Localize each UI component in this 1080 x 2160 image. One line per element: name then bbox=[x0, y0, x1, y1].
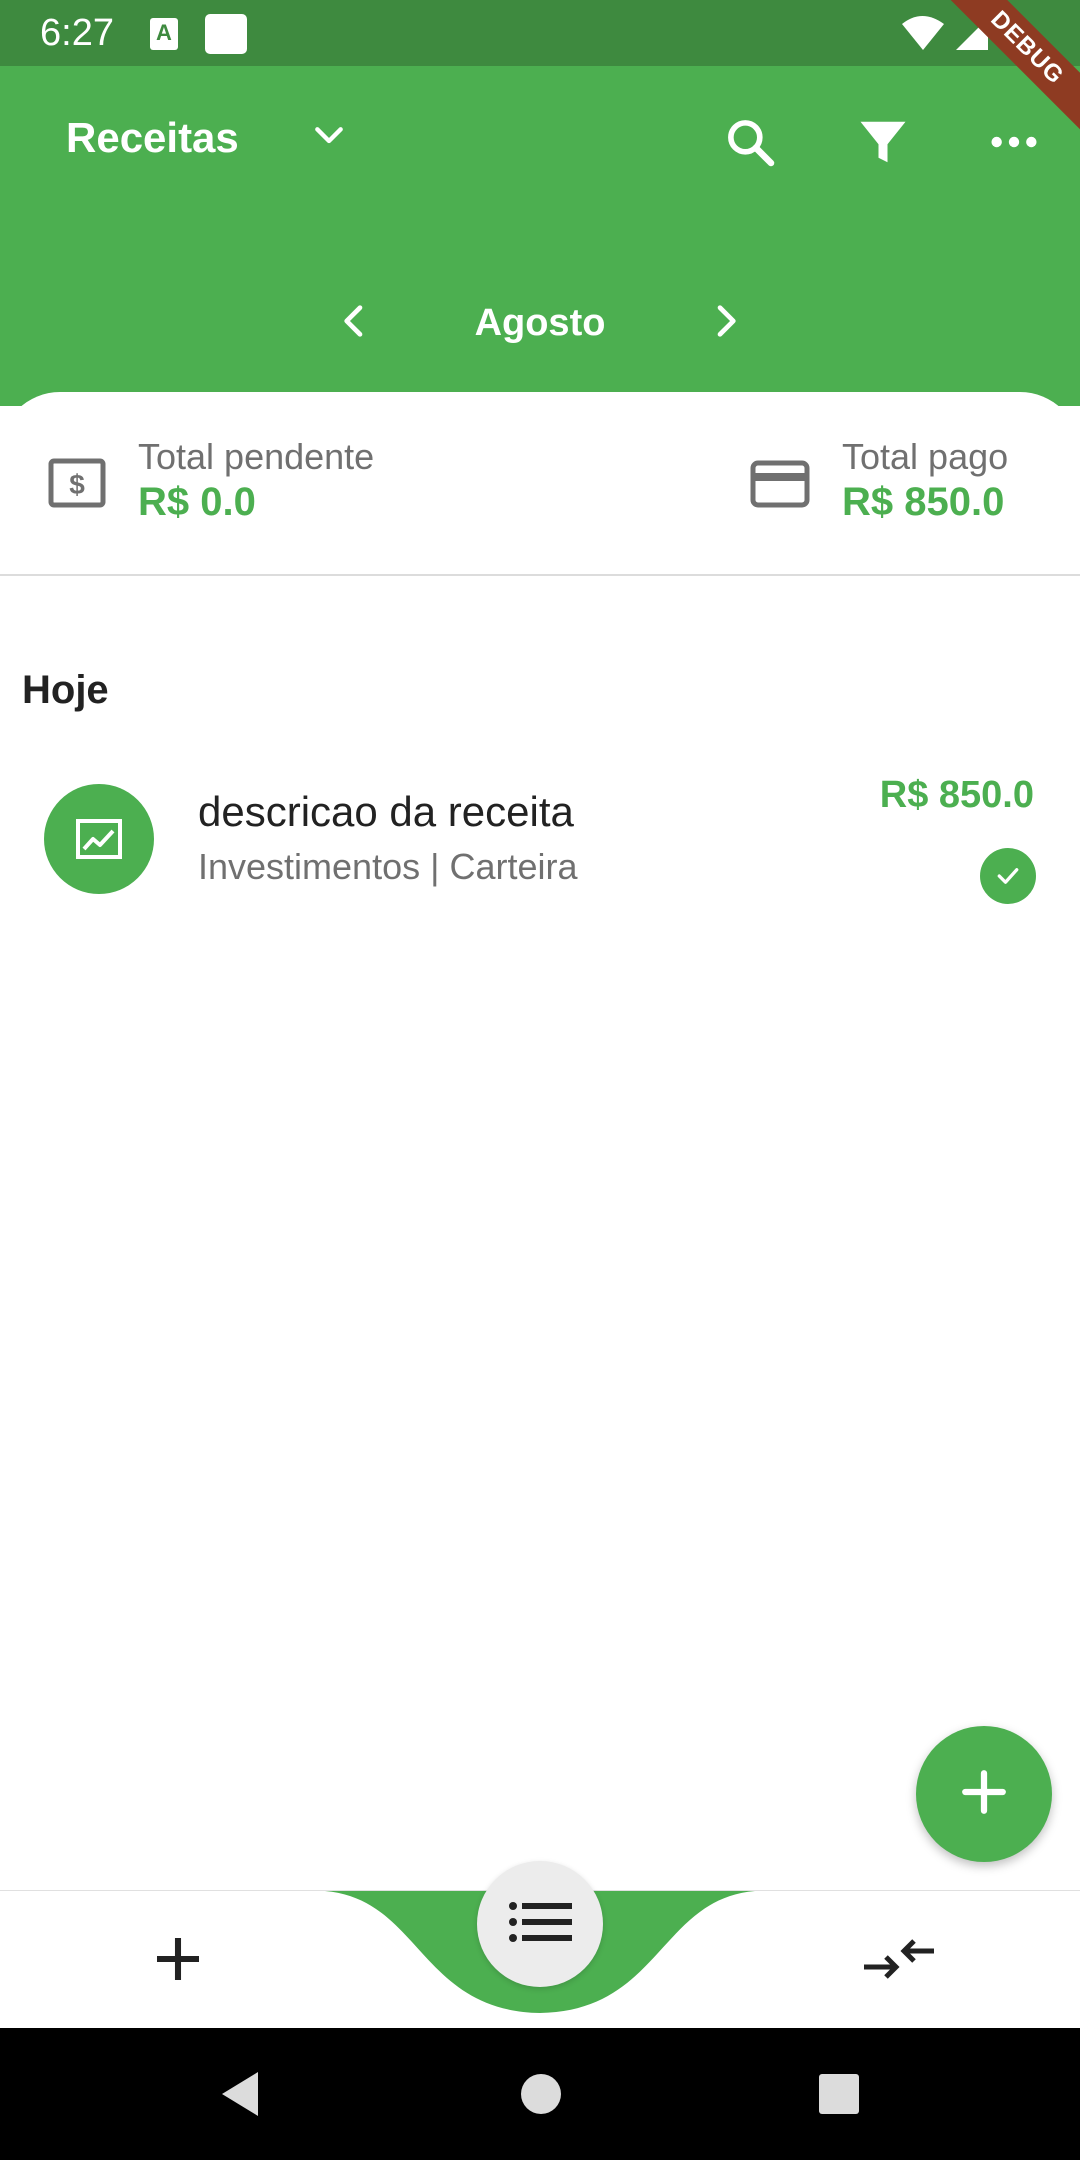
pending-total: Total pendente R$ 0.0 bbox=[138, 436, 374, 525]
title-dropdown[interactable]: Receitas bbox=[66, 114, 349, 162]
money-icon: $ bbox=[48, 458, 106, 515]
add-icon bbox=[959, 1767, 1009, 1822]
search-icon[interactable] bbox=[722, 114, 778, 175]
pending-value: R$ 0.0 bbox=[138, 480, 256, 524]
home-icon[interactable] bbox=[520, 2070, 562, 2123]
compare-arrows-icon[interactable] bbox=[862, 1931, 936, 1992]
list-item[interactable]: descricao da receita Investimentos | Car… bbox=[0, 770, 1080, 910]
add-icon[interactable] bbox=[150, 1931, 206, 1992]
system-nav-bar bbox=[0, 2028, 1080, 2160]
status-time: 6:27 bbox=[40, 12, 114, 54]
previous-month-button[interactable] bbox=[335, 301, 375, 346]
credit-card-icon bbox=[750, 460, 810, 513]
pending-label: Total pendente bbox=[138, 436, 375, 477]
back-icon[interactable] bbox=[218, 2070, 262, 2123]
notification-a-icon: A bbox=[150, 18, 178, 50]
list-button[interactable] bbox=[477, 1861, 603, 1987]
paid-value: R$ 850.0 bbox=[842, 480, 1005, 524]
item-amount: R$ 850.0 bbox=[879, 774, 1034, 816]
filter-icon[interactable] bbox=[856, 114, 910, 175]
item-subtitle: Investimentos | Carteira bbox=[198, 846, 578, 887]
item-description: descricao da receita bbox=[198, 788, 574, 835]
status-bar: 6:27 A bbox=[0, 0, 1080, 66]
chevron-down-icon bbox=[309, 116, 349, 161]
summary-card: $ Total pendente R$ 0.0 Total pago R$ 85… bbox=[0, 392, 1080, 576]
page-title: Receitas bbox=[66, 114, 239, 161]
wifi-icon bbox=[902, 16, 944, 50]
more-icon[interactable] bbox=[988, 114, 1040, 175]
paid-label: Total pago bbox=[842, 436, 1009, 477]
app-bar: Receitas Agosto bbox=[0, 66, 1080, 406]
svg-text:$: $ bbox=[69, 469, 85, 500]
next-month-button[interactable] bbox=[705, 301, 745, 346]
trending-up-icon bbox=[44, 784, 154, 894]
recents-icon[interactable] bbox=[818, 2070, 860, 2123]
bottom-bar bbox=[0, 1861, 1080, 2028]
list-icon bbox=[508, 1900, 572, 1949]
section-title: Hoje bbox=[22, 668, 109, 712]
check-icon[interactable] bbox=[980, 848, 1036, 904]
paid-total: Total pago R$ 850.0 bbox=[842, 436, 1008, 525]
month-label: Agosto bbox=[474, 302, 606, 344]
notification-square-icon bbox=[205, 14, 247, 54]
month-selector: Agosto bbox=[0, 301, 1080, 346]
add-button[interactable] bbox=[916, 1726, 1052, 1862]
